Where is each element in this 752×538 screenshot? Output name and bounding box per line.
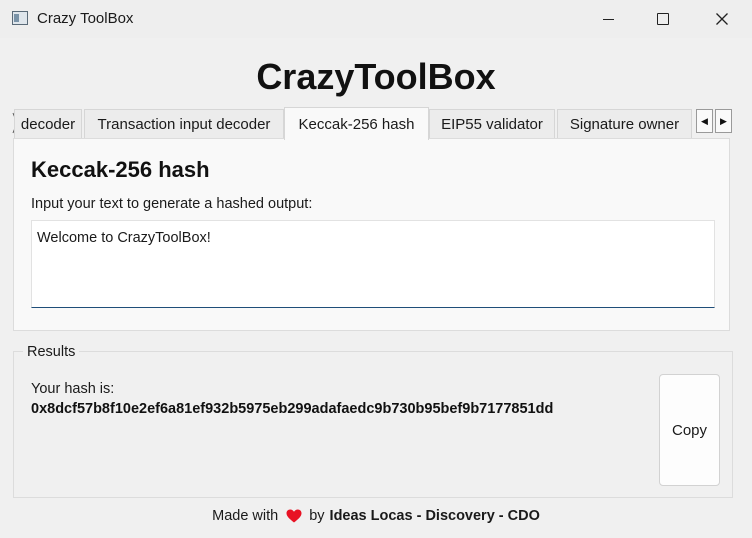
text-input[interactable]: Welcome to CrazyToolBox! <box>31 220 715 308</box>
tab-panel-keccak: Keccak-256 hash Input your text to gener… <box>13 138 730 331</box>
tab-transaction-input-decoder[interactable]: Transaction input decoder <box>84 109 284 139</box>
maximize-button[interactable] <box>638 0 688 38</box>
tab-keccak-256-hash[interactable]: Keccak-256 hash <box>284 107 429 140</box>
input-label: Input your text to generate a hashed out… <box>31 196 313 212</box>
results-group: Results Your hash is: 0x8dcf57b8f10e2ef6… <box>13 344 733 498</box>
tab-bar: decoder Transaction input decoder Keccak… <box>12 107 732 140</box>
tab-decoder[interactable]: decoder <box>14 109 82 139</box>
panel-heading: Keccak-256 hash <box>31 157 210 182</box>
copy-button[interactable]: Copy <box>659 374 720 486</box>
minimize-icon <box>602 18 614 20</box>
close-icon <box>716 13 728 25</box>
window-title: Crazy ToolBox <box>37 10 134 27</box>
tab-scroll-buttons: ◀ ▶ <box>696 109 732 133</box>
tab-signature-owner[interactable]: Signature owner <box>557 109 692 139</box>
hash-value: 0x8dcf57b8f10e2ef6a81ef932b5975eb299adaf… <box>31 401 554 417</box>
tab-scroll-left-button[interactable]: ◀ <box>696 109 713 133</box>
app-icon <box>12 11 28 25</box>
footer-made-with: Made with <box>212 508 279 524</box>
app-title: CrazyToolBox <box>256 56 496 97</box>
hash-label: Your hash is: <box>31 381 115 397</box>
tab-scroll-right-button[interactable]: ▶ <box>715 109 732 133</box>
close-button[interactable] <box>697 0 747 38</box>
caret-left-icon: ◀ <box>701 115 708 126</box>
maximize-icon <box>657 13 669 25</box>
footer-by: by <box>309 508 325 524</box>
caret-right-icon: ▶ <box>720 115 727 126</box>
title-bar: Crazy ToolBox <box>0 0 752 38</box>
minimize-button[interactable] <box>583 0 633 38</box>
heart-icon <box>286 509 302 523</box>
tab-eip55-validator[interactable]: EIP55 validator <box>429 109 555 139</box>
results-group-title: Results <box>23 344 80 360</box>
footer-credits: Ideas Locas - Discovery - CDO <box>329 508 540 524</box>
footer: Made with by Ideas Locas - Discovery - C… <box>0 508 752 524</box>
